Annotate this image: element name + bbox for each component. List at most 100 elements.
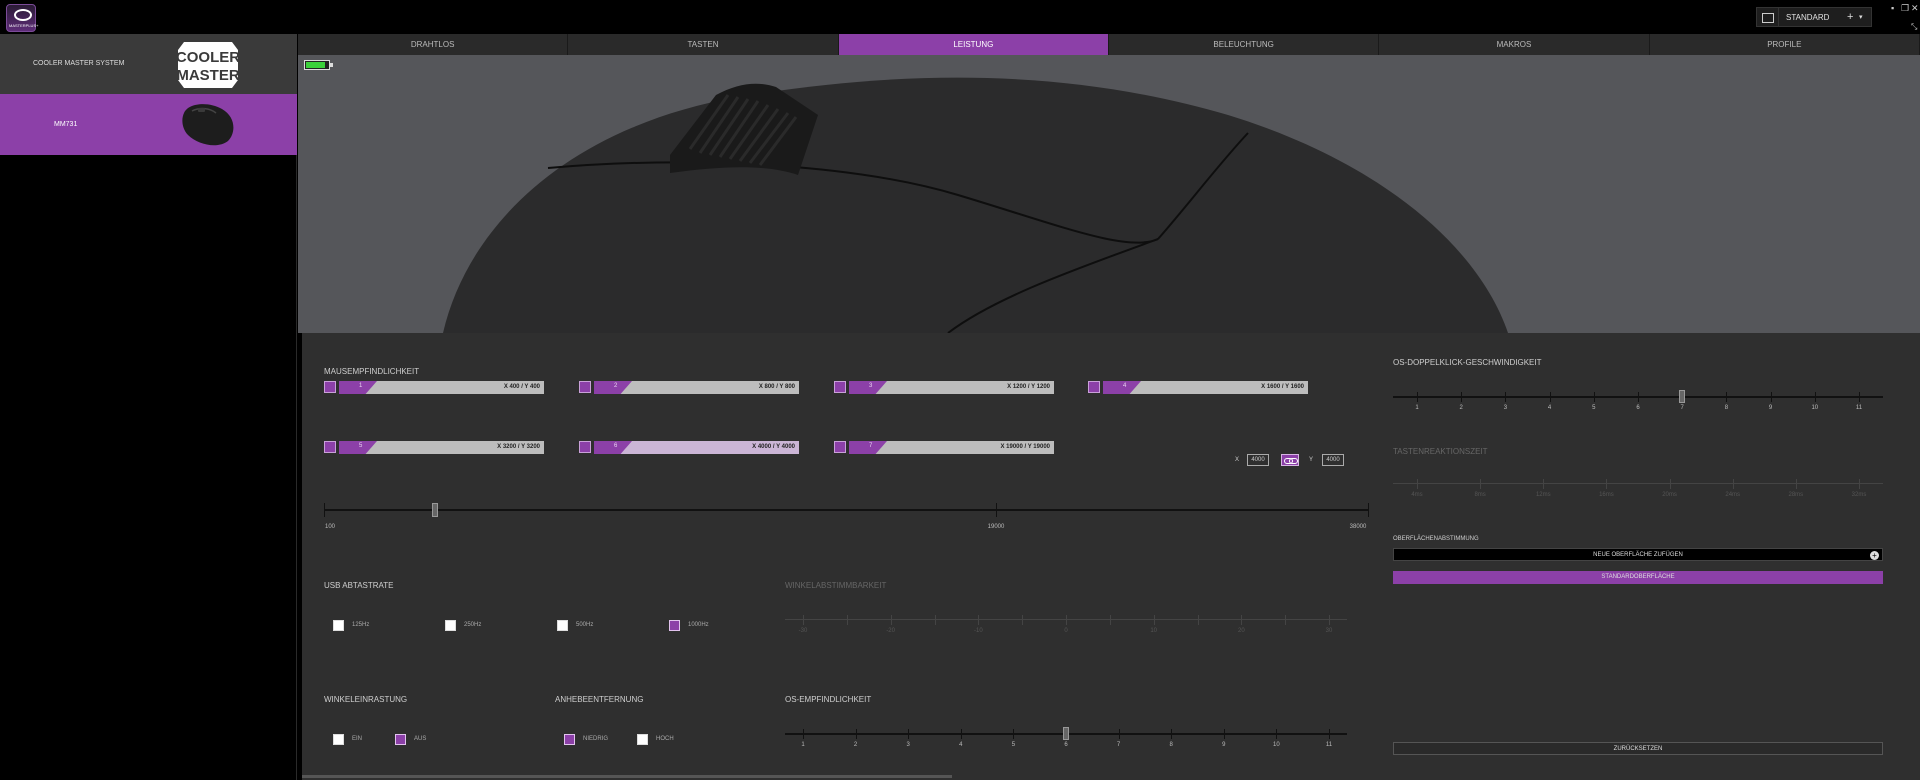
add-surface-button[interactable]: NEUE OBERFLÄCHE ZUFÜGEN + xyxy=(1393,548,1883,561)
os-sensitivity-tick-label: 4 xyxy=(959,742,963,748)
dpi-stage-3-checkbox[interactable] xyxy=(834,381,846,393)
double-click-tick xyxy=(1859,392,1860,402)
dpi-stage-1[interactable]: 1 X 400 / Y 400 xyxy=(324,381,544,394)
angle-snap-on[interactable]: EIN xyxy=(333,733,362,745)
angle-snap-on-radio[interactable] xyxy=(333,733,344,745)
usb-rate-250[interactable]: 250Hz xyxy=(445,619,481,631)
os-sensitivity-tick-label: 9 xyxy=(1222,742,1226,748)
dpi-scale-thumb[interactable] xyxy=(432,503,438,517)
lift-off-high[interactable]: HOCH xyxy=(637,733,674,745)
dpi-stage-6-checkbox[interactable] xyxy=(579,441,591,453)
angle-snap-off[interactable]: AUS xyxy=(395,733,426,745)
lift-off-low[interactable]: NIEDRIG xyxy=(564,733,608,745)
dpi-stage-5[interactable]: 5 X 3200 / Y 3200 xyxy=(324,441,544,454)
double-click-tick xyxy=(1417,392,1418,402)
double-click-tick-label: 5 xyxy=(1592,405,1596,411)
dpi-stage-5-bar[interactable]: 5 X 3200 / Y 3200 xyxy=(339,441,544,454)
tab-drahtlos[interactable]: DRAHTLOS xyxy=(298,34,569,55)
usb-rate-1000-radio[interactable] xyxy=(669,619,680,631)
dpi-stage-7[interactable]: 7 X 19000 / Y 19000 xyxy=(834,441,1054,454)
minimize-icon[interactable]: ▪ xyxy=(1891,3,1894,13)
dpi-stage-6-value: X 4000 / Y 4000 xyxy=(752,444,795,450)
dpi-stage-5-value: X 3200 / Y 3200 xyxy=(497,444,540,450)
os-sensitivity-tick xyxy=(960,729,962,739)
dpi-stage-5-checkbox[interactable] xyxy=(324,441,336,453)
default-surface-button[interactable]: STANDARDOBERFLÄCHE xyxy=(1393,571,1883,584)
usb-rate-250-radio[interactable] xyxy=(445,619,456,631)
double-click-slider[interactable]: 1 2 3 4 5 6 7 8 9 10 11 xyxy=(1393,387,1883,417)
double-click-tick-label: 4 xyxy=(1547,405,1552,411)
dpi-stage-7-checkbox[interactable] xyxy=(834,441,846,453)
usb-rate-125[interactable]: 125Hz xyxy=(333,619,369,631)
lift-off-high-radio[interactable] xyxy=(637,733,648,745)
usb-rate-500[interactable]: 500Hz xyxy=(557,619,593,631)
double-click-tick xyxy=(1638,392,1639,402)
os-sensitivity-tick xyxy=(1118,729,1120,739)
dpi-stage-7-bar[interactable]: 7 X 19000 / Y 19000 xyxy=(849,441,1054,454)
tab-beleuchtung[interactable]: BELEUCHTUNG xyxy=(1109,34,1380,55)
usb-rate-500-label: 500Hz xyxy=(576,622,594,628)
tab-makros[interactable]: MAKROS xyxy=(1379,34,1650,55)
profile-selector[interactable]: STANDARD + ▾ xyxy=(1756,7,1872,27)
double-click-tick-label: 7 xyxy=(1680,405,1684,411)
os-sensitivity-thumb[interactable] xyxy=(1063,727,1069,740)
double-click-tick xyxy=(1770,392,1772,402)
dpi-stage-1-checkbox[interactable] xyxy=(324,381,336,393)
dpi-scale-slider[interactable]: 100 19000 38000 xyxy=(324,498,1369,538)
dpi-stage-3-value: X 1200 / Y 1200 xyxy=(1007,384,1050,390)
dpi-stage-4-bar[interactable]: 4 X 1600 / Y 1600 xyxy=(1103,381,1308,394)
dpi-scale-mid-label: 19000 xyxy=(987,524,1005,530)
debounce-tick xyxy=(1795,479,1797,489)
angle-tuning-tick xyxy=(1022,615,1024,625)
double-click-tick-label: 1 xyxy=(1415,405,1419,411)
dpi-stage-2-checkbox[interactable] xyxy=(579,381,591,393)
debounce-tick-label: 12ms xyxy=(1535,492,1551,498)
profile-window-icon[interactable] xyxy=(1757,8,1779,26)
tab-leistung[interactable]: LEISTUNG xyxy=(838,34,1109,55)
x-dpi-input[interactable]: 4000 xyxy=(1247,454,1269,466)
dpi-scale-track[interactable] xyxy=(324,509,1369,511)
mouse-thumbnail xyxy=(182,104,234,146)
os-sensitivity-slider[interactable]: 1 2 3 4 5 6 7 8 9 10 11 xyxy=(785,723,1347,753)
double-click-tick-label: 11 xyxy=(1855,405,1863,411)
sidebar: COOLER MASTER SYSTEM COOLER MASTER MM731 xyxy=(0,34,297,780)
usb-rate-125-radio[interactable] xyxy=(333,619,344,631)
usb-rate-1000[interactable]: 1000Hz xyxy=(669,619,709,631)
dpi-stage-4-number: 4 xyxy=(1123,383,1127,389)
dpi-stage-4[interactable]: 4 X 1600 / Y 1600 xyxy=(1088,381,1308,394)
angle-tuning-tick xyxy=(1241,615,1243,625)
horizontal-scrollbar[interactable] xyxy=(302,775,952,778)
add-circle-icon[interactable]: + xyxy=(1870,551,1879,560)
restore-icon[interactable]: ❐ xyxy=(1901,3,1909,14)
dpi-stage-1-number: 1 xyxy=(359,383,363,389)
dpi-stage-6[interactable]: 6 X 4000 / Y 4000 xyxy=(579,441,799,454)
dpi-stage-2[interactable]: 2 X 800 / Y 800 xyxy=(579,381,799,394)
double-click-thumb[interactable] xyxy=(1679,390,1686,403)
dpi-stage-3[interactable]: 3 X 1200 / Y 1200 xyxy=(834,381,1054,394)
sidebar-item-system[interactable]: COOLER MASTER SYSTEM COOLER MASTER xyxy=(0,34,297,94)
angle-snap-off-radio[interactable] xyxy=(395,733,406,745)
reset-button[interactable]: ZURÜCKSETZEN xyxy=(1393,742,1883,755)
tab-profile[interactable]: PROFILE xyxy=(1650,34,1920,55)
dpi-stage-4-checkbox[interactable] xyxy=(1088,381,1100,393)
os-sensitivity-tick-label: 7 xyxy=(1116,742,1121,748)
close-icon[interactable]: ✕ xyxy=(1911,3,1919,14)
debounce-title: TASTENREAKTIONSZEIT xyxy=(1393,447,1488,456)
dpi-stage-1-bar[interactable]: 1 X 400 / Y 400 xyxy=(339,381,544,394)
default-surface-label: STANDARDOBERFLÄCHE xyxy=(1601,574,1675,580)
dpi-stage-6-bar[interactable]: 6 X 4000 / Y 4000 xyxy=(594,441,799,454)
tab-tasten[interactable]: TASTEN xyxy=(568,34,839,55)
xy-link-icon[interactable] xyxy=(1281,454,1299,466)
lift-off-low-radio[interactable] xyxy=(564,733,575,745)
sidebar-item-mm731[interactable]: MM731 xyxy=(0,94,297,155)
dpi-scale-min-label: 100 xyxy=(324,524,335,530)
collapse-arrows-icon[interactable]: ⤡ xyxy=(1911,22,1917,32)
usb-rate-500-radio[interactable] xyxy=(557,619,568,631)
y-dpi-input[interactable]: 4000 xyxy=(1322,454,1344,466)
double-click-tick-label: 9 xyxy=(1768,405,1773,411)
add-profile-icon[interactable]: + xyxy=(1847,11,1859,23)
dpi-stage-2-bar[interactable]: 2 X 800 / Y 800 xyxy=(594,381,799,394)
chevron-down-icon[interactable]: ▾ xyxy=(1859,13,1871,21)
dpi-stage-3-bar[interactable]: 3 X 1200 / Y 1200 xyxy=(849,381,1054,394)
os-sensitivity-tick-label: 2 xyxy=(853,742,858,748)
